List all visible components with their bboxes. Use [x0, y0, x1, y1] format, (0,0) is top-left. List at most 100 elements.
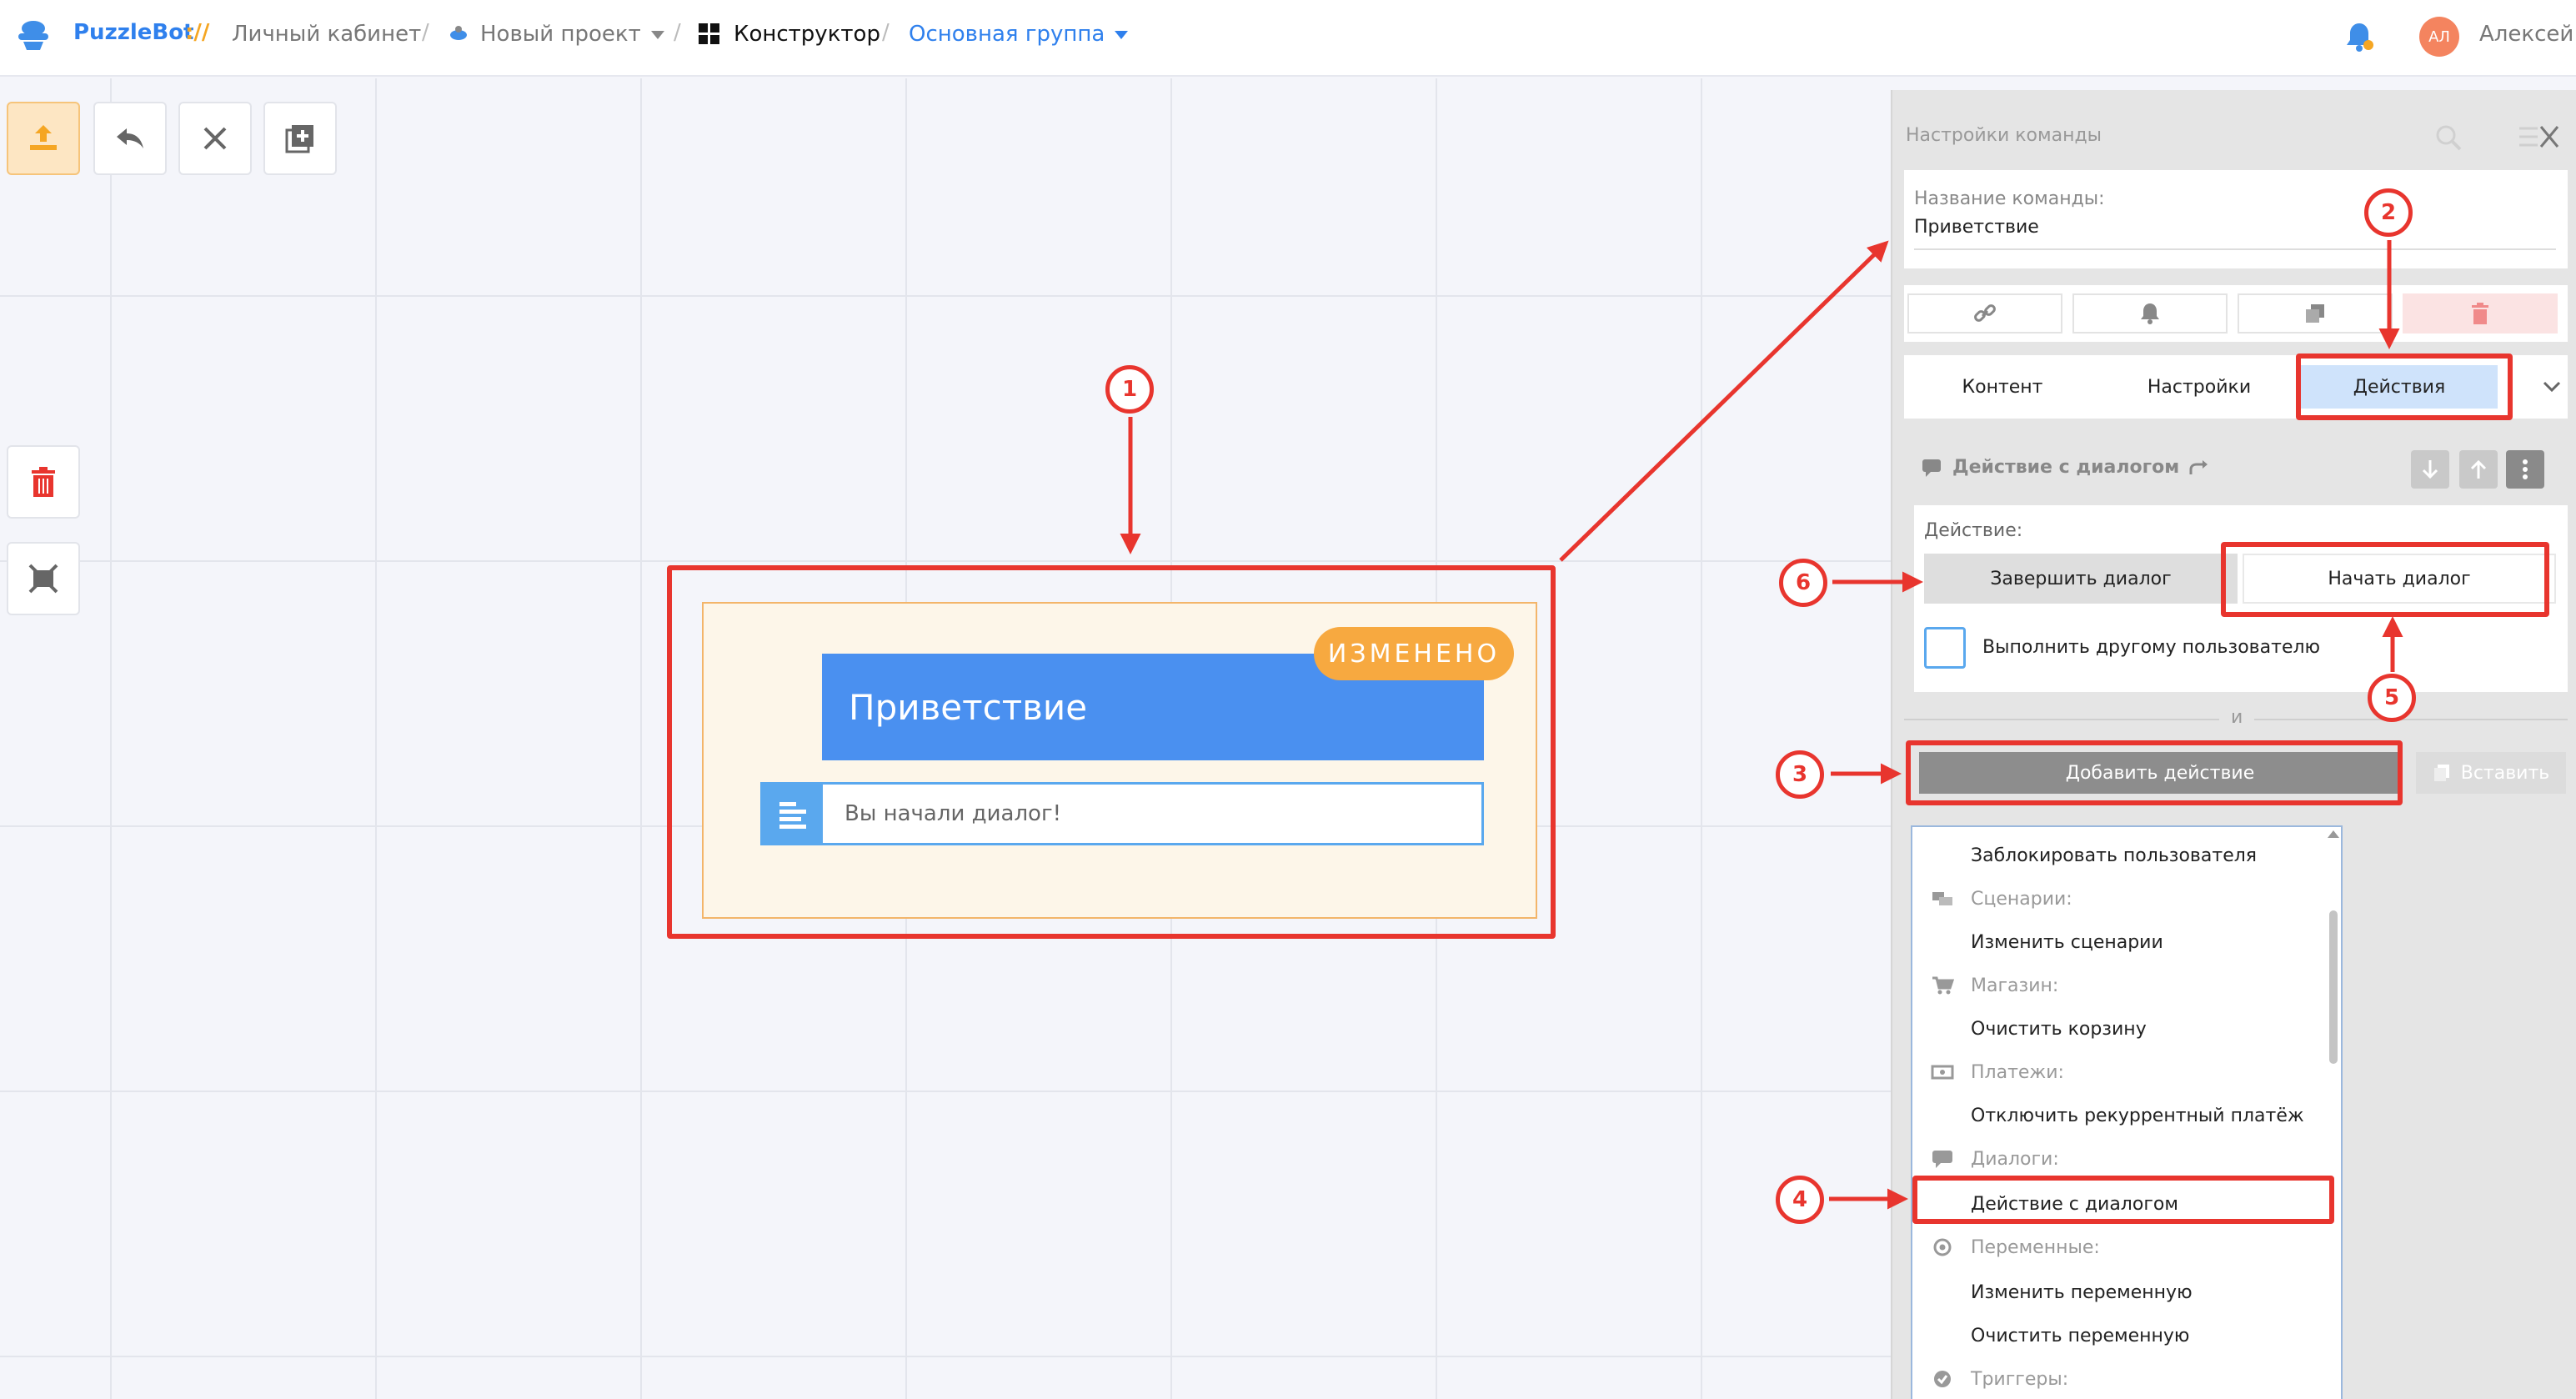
dropdown-group-scenarios: Сценарии: — [1971, 889, 2072, 910]
undo-icon — [117, 128, 143, 148]
publish-button[interactable] — [7, 102, 80, 175]
breadcrumb-divider: / — [674, 20, 681, 45]
paste-icon — [2433, 765, 2449, 781]
annotation-4: 4 — [1776, 1176, 1824, 1224]
chat-icon — [1922, 459, 1941, 477]
chat-icon — [1932, 1151, 1952, 1168]
dropdown-item-disable-recurring[interactable]: Отключить рекуррентный платёж — [1971, 1106, 2304, 1126]
dropdown-group-dialogs: Диалоги: — [1971, 1149, 2059, 1170]
copy-icon — [2306, 304, 2324, 323]
chevron-down-icon[interactable] — [2536, 365, 2568, 409]
move-down-button[interactable] — [2411, 450, 2449, 489]
link-button[interactable] — [1907, 293, 2062, 333]
brand-name[interactable]: PuzzleBot — [73, 20, 194, 45]
tab-content[interactable]: Контент — [1904, 365, 2101, 409]
dropdown-group-payments: Платежи: — [1971, 1062, 2064, 1083]
annotation-3: 3 — [1776, 750, 1824, 799]
grid-icon — [699, 23, 720, 45]
status-badge: ИЗМЕНЕНО — [1314, 627, 1514, 680]
breadcrumb-group[interactable]: Основная группа — [909, 22, 1129, 47]
chevron-down-icon — [1115, 30, 1129, 39]
breadcrumb-group-label: Основная группа — [909, 22, 1105, 47]
other-user-label: Выполнить другому пользователю — [1982, 637, 2321, 658]
cart-icon — [1932, 976, 1954, 995]
scroll-up-icon[interactable] — [2328, 830, 2339, 838]
project-icon — [449, 23, 469, 43]
action-label: Действие: — [1924, 520, 2023, 541]
message-block[interactable]: Вы начали диалог! — [760, 782, 1484, 845]
command-name-value[interactable]: Приветствие — [1914, 217, 2039, 238]
fit-view-button[interactable] — [7, 542, 80, 615]
link-icon — [1974, 304, 1996, 322]
command-name-label: Название команды: — [1914, 188, 2105, 209]
search-icon[interactable] — [2434, 123, 2463, 152]
dropdown-item-clear-variable[interactable]: Очистить переменную — [1971, 1326, 2189, 1346]
command-name-field[interactable]: Название команды: Приветствие — [1904, 170, 2568, 268]
dropdown-item-clear-cart[interactable]: Очистить корзину — [1971, 1019, 2147, 1040]
dropdown-item-change-scenarios[interactable]: Изменить сценарии — [1971, 932, 2163, 953]
undo-button[interactable] — [93, 102, 167, 175]
end-dialog-button[interactable]: Завершить диалог — [1924, 554, 2238, 604]
tab-settings[interactable]: Настройки — [2101, 365, 2298, 409]
command-tools-row — [1904, 285, 2568, 342]
user-name[interactable]: Алексей — [2479, 22, 2573, 47]
add-copy-icon — [285, 125, 313, 153]
section-header: Действие с диалогом — [1921, 457, 2209, 478]
redirect-arrow-icon — [2189, 459, 2208, 474]
arrow-down-icon — [2422, 460, 2438, 479]
scenario-icon — [1932, 892, 1952, 905]
scrollbar[interactable] — [2329, 910, 2338, 1064]
highlight-add-action — [1906, 740, 2403, 805]
notify-button[interactable] — [2072, 293, 2228, 333]
highlight-actions-tab — [2296, 354, 2513, 420]
close-icon — [203, 127, 227, 150]
kebab-menu-icon — [2523, 459, 2528, 479]
other-user-checkbox[interactable] — [1924, 627, 1966, 669]
trash-icon — [32, 467, 55, 497]
add-block-button[interactable] — [263, 102, 337, 175]
notification-bell-icon[interactable] — [2344, 20, 2374, 53]
breadcrumb-project[interactable]: Новый проект — [480, 22, 664, 47]
delete-command-button[interactable] — [2403, 293, 2558, 333]
text-lines-icon — [763, 785, 823, 843]
field-underline — [1914, 248, 2556, 250]
upload-icon — [30, 125, 57, 150]
dropdown-item-block-user[interactable]: Заблокировать пользователя — [1971, 845, 2257, 866]
move-up-button[interactable] — [2459, 450, 2498, 489]
breadcrumb-divider: / — [882, 20, 890, 45]
annotation-2: 2 — [2364, 188, 2413, 237]
trigger-icon — [1934, 1371, 1951, 1387]
annotation-6: 6 — [1779, 559, 1827, 607]
highlight-start-dialog — [2221, 542, 2549, 617]
dropdown-group-triggers: Триггеры: — [1971, 1369, 2069, 1390]
avatar[interactable]: АЛ — [2419, 17, 2459, 57]
payment-icon — [1931, 1065, 1954, 1080]
breadcrumb-divider: / — [422, 20, 429, 45]
paste-label: Вставить — [2460, 762, 2550, 784]
annotation-5: 5 — [2368, 674, 2416, 722]
close-button[interactable] — [178, 102, 252, 175]
trash-icon — [2472, 303, 2488, 324]
annotation-1: 1 — [1105, 365, 1154, 414]
close-panel-icon[interactable] — [2518, 123, 2561, 152]
paste-button[interactable]: Вставить — [2416, 752, 2566, 794]
breadcrumb-constructor[interactable]: Конструктор — [734, 22, 880, 47]
breadcrumb-cabinet[interactable]: Личный кабинет — [232, 22, 421, 47]
arrow-up-icon — [2470, 459, 2487, 479]
puzzlebot-logo-icon[interactable] — [13, 17, 53, 57]
panel-title: Настройки команды — [1906, 125, 2102, 146]
section-title: Действие с диалогом — [1952, 457, 2180, 478]
copy-button[interactable] — [2238, 293, 2393, 333]
chevron-down-icon — [650, 30, 664, 39]
more-options-button[interactable] — [2506, 450, 2544, 489]
message-text: Вы начали диалог! — [844, 801, 1062, 826]
dropdown-group-variables: Переменные: — [1971, 1237, 2100, 1258]
dropdown-group-shop: Магазин: — [1971, 975, 2059, 996]
at-icon — [1933, 1238, 1952, 1256]
brand-separator: :// — [185, 20, 210, 45]
action-dropdown[interactable]: Заблокировать пользователя Сценарии: Изм… — [1911, 825, 2343, 1399]
highlight-dialog-action-item — [1912, 1176, 2334, 1224]
dropdown-item-change-variable[interactable]: Изменить переменную — [1971, 1282, 2193, 1303]
fit-screen-icon — [28, 564, 58, 594]
delete-button[interactable] — [7, 445, 80, 519]
